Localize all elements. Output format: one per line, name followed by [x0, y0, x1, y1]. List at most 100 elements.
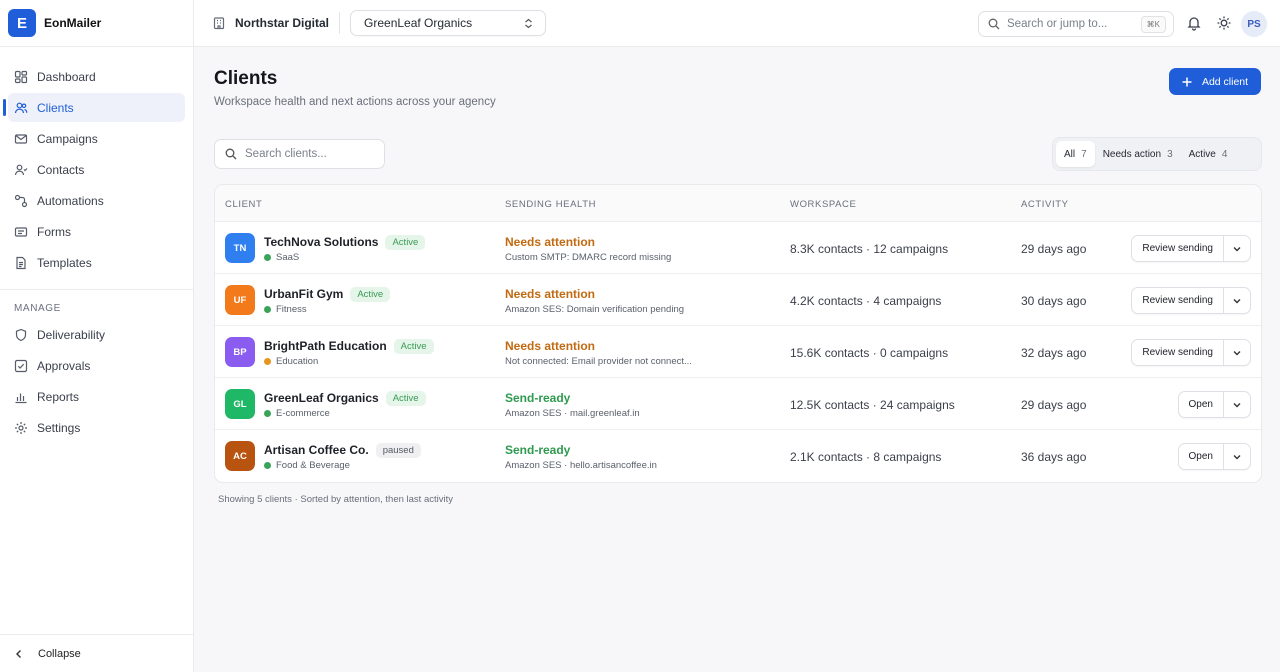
sidebar-item-deliverability[interactable]: Deliverability — [8, 320, 185, 349]
sidebar-section-manage: MANAGE — [0, 289, 193, 320]
review-sending-button[interactable]: Review sending — [1132, 340, 1224, 365]
category-dot — [264, 410, 271, 417]
sidebar-nav: Dashboard Clients Campaigns Contacts Aut… — [0, 47, 193, 442]
template-icon — [16, 256, 26, 269]
row-actions: Review sending — [1131, 339, 1251, 366]
row-actions: Review sending — [1131, 235, 1251, 262]
sending-health-detail: Custom SMTP: DMARC record missing — [505, 252, 672, 263]
status-badge: Active — [393, 339, 434, 354]
client-category: E-commerce — [264, 408, 330, 419]
workspace-select[interactable]: GreenLeaf Organics — [350, 10, 547, 36]
brand[interactable]: E EonMailer — [0, 0, 193, 47]
chevron-up-down-icon — [525, 18, 532, 28]
sidebar-item-reports[interactable]: Reports — [8, 382, 185, 411]
filter-active[interactable]: Active 4 — [1181, 141, 1236, 167]
brand-logo: E — [8, 9, 36, 37]
sending-health-status: Send-ready — [505, 443, 571, 457]
category-label: Food & Beverage — [276, 460, 350, 471]
table-body: TN TechNova Solutions Active SaaS Needs a… — [215, 222, 1261, 482]
review-sending-button[interactable]: Review sending — [1132, 288, 1224, 313]
sidebar-item-label: Reports — [37, 389, 80, 404]
sending-health-status: Send-ready — [505, 391, 571, 405]
category-label: SaaS — [276, 252, 300, 263]
clients-table: CLIENT SENDING HEALTH WORKSPACE ACTIVITY… — [214, 184, 1262, 483]
sun-icon[interactable] — [1216, 15, 1232, 31]
client-name[interactable]: Artisan Coffee Co. paused — [264, 443, 421, 458]
filter-all[interactable]: All 7 — [1056, 141, 1095, 167]
sidebar-item-forms[interactable]: Forms — [8, 217, 185, 246]
review-sending-button[interactable]: Review sending — [1132, 236, 1224, 261]
row-actions-dropdown[interactable] — [1224, 288, 1250, 313]
client-name[interactable]: UrbanFit Gym Active — [264, 287, 391, 302]
sidebar-item-dashboard[interactable]: Dashboard — [8, 62, 185, 91]
row-actions: Open — [1177, 443, 1251, 470]
sidebar-item-campaigns[interactable]: Campaigns — [8, 124, 185, 153]
user-avatar[interactable]: PS — [1241, 11, 1267, 37]
status-badge: paused — [375, 443, 421, 458]
collapse-button[interactable]: Collapse — [0, 634, 193, 672]
org-switcher[interactable]: Northstar Digital — [194, 16, 329, 30]
category-dot — [264, 462, 271, 469]
add-client-button[interactable]: Add client — [1169, 68, 1261, 95]
category-dot — [264, 254, 271, 261]
table-header: CLIENT SENDING HEALTH WORKSPACE ACTIVITY — [215, 185, 1261, 222]
page-title: Clients — [214, 68, 278, 89]
status-badge: Active — [385, 391, 426, 406]
sending-health-status: Needs attention — [505, 287, 596, 301]
table-row[interactable]: TN TechNova Solutions Active SaaS Needs a… — [215, 222, 1261, 274]
workspace-stats: 12.5K contacts · 24 campaigns — [790, 398, 955, 412]
client-name[interactable]: GreenLeaf Organics Active — [264, 391, 426, 406]
sending-health-detail: Amazon SES: Domain verification pending — [505, 304, 685, 315]
last-activity: 29 days ago — [1021, 242, 1087, 256]
sidebar-item-settings[interactable]: Settings — [8, 413, 185, 442]
table-row[interactable]: GL GreenLeaf Organics Active E-commerce S… — [215, 378, 1261, 430]
filter-needs-action[interactable]: Needs action 3 — [1095, 141, 1181, 167]
sidebar-item-label: Forms — [37, 224, 71, 239]
client-avatar: TN — [225, 233, 255, 263]
chevron-down-icon — [1233, 298, 1241, 303]
row-actions-dropdown[interactable] — [1224, 236, 1250, 261]
table-row[interactable]: AC Artisan Coffee Co. paused Food & Bever… — [215, 430, 1261, 482]
collapse-label: Collapse — [38, 647, 81, 660]
client-avatar: AC — [225, 441, 255, 471]
bell-icon[interactable] — [1186, 15, 1202, 31]
sidebar-item-label: Contacts — [37, 162, 85, 177]
client-name[interactable]: TechNova Solutions Active — [264, 235, 426, 250]
client-name[interactable]: BrightPath Education Active — [264, 339, 434, 354]
client-search-input[interactable]: Search clients... — [214, 139, 385, 169]
search-icon — [225, 148, 237, 160]
global-search-input[interactable]: Search or jump to... ⌘K — [978, 11, 1174, 37]
category-dot — [264, 306, 271, 313]
row-actions-dropdown[interactable] — [1224, 392, 1250, 417]
sidebar-item-label: Campaigns — [37, 131, 98, 146]
open-button[interactable]: Open — [1179, 444, 1224, 469]
sidebar-item-contacts[interactable]: Contacts — [8, 155, 185, 184]
sidebar-item-templates[interactable]: Templates — [8, 248, 185, 277]
status-badge: Active — [385, 235, 426, 250]
sidebar-item-label: Templates — [37, 255, 92, 270]
client-avatar: BP — [225, 337, 255, 367]
column-header-activity: ACTIVITY — [1021, 199, 1069, 210]
shield-icon — [15, 328, 27, 341]
sending-health-detail: Amazon SES · hello.artisancoffee.in — [505, 460, 657, 471]
row-actions-dropdown[interactable] — [1224, 340, 1250, 365]
row-actions: Review sending — [1131, 287, 1251, 314]
status-badge: Active — [350, 287, 391, 302]
chevron-down-icon — [1233, 454, 1241, 459]
row-actions: Open — [1177, 391, 1251, 418]
sidebar-item-label: Deliverability — [37, 327, 106, 342]
plus-icon — [1182, 77, 1192, 86]
sidebar-item-approvals[interactable]: Approvals — [8, 351, 185, 380]
users-icon — [14, 102, 28, 113]
row-actions-dropdown[interactable] — [1224, 444, 1250, 469]
column-header-client: CLIENT — [225, 199, 263, 210]
client-category: Fitness — [264, 304, 307, 315]
last-activity: 36 days ago — [1021, 450, 1087, 464]
sidebar-item-clients[interactable]: Clients — [3, 93, 185, 122]
sidebar-item-automations[interactable]: Automations — [8, 186, 185, 215]
bar-chart-icon — [15, 393, 27, 403]
last-activity: 30 days ago — [1021, 294, 1087, 308]
table-row[interactable]: BP BrightPath Education Active Education … — [215, 326, 1261, 378]
open-button[interactable]: Open — [1179, 392, 1224, 417]
table-row[interactable]: UF UrbanFit Gym Active Fitness Needs atte… — [215, 274, 1261, 326]
